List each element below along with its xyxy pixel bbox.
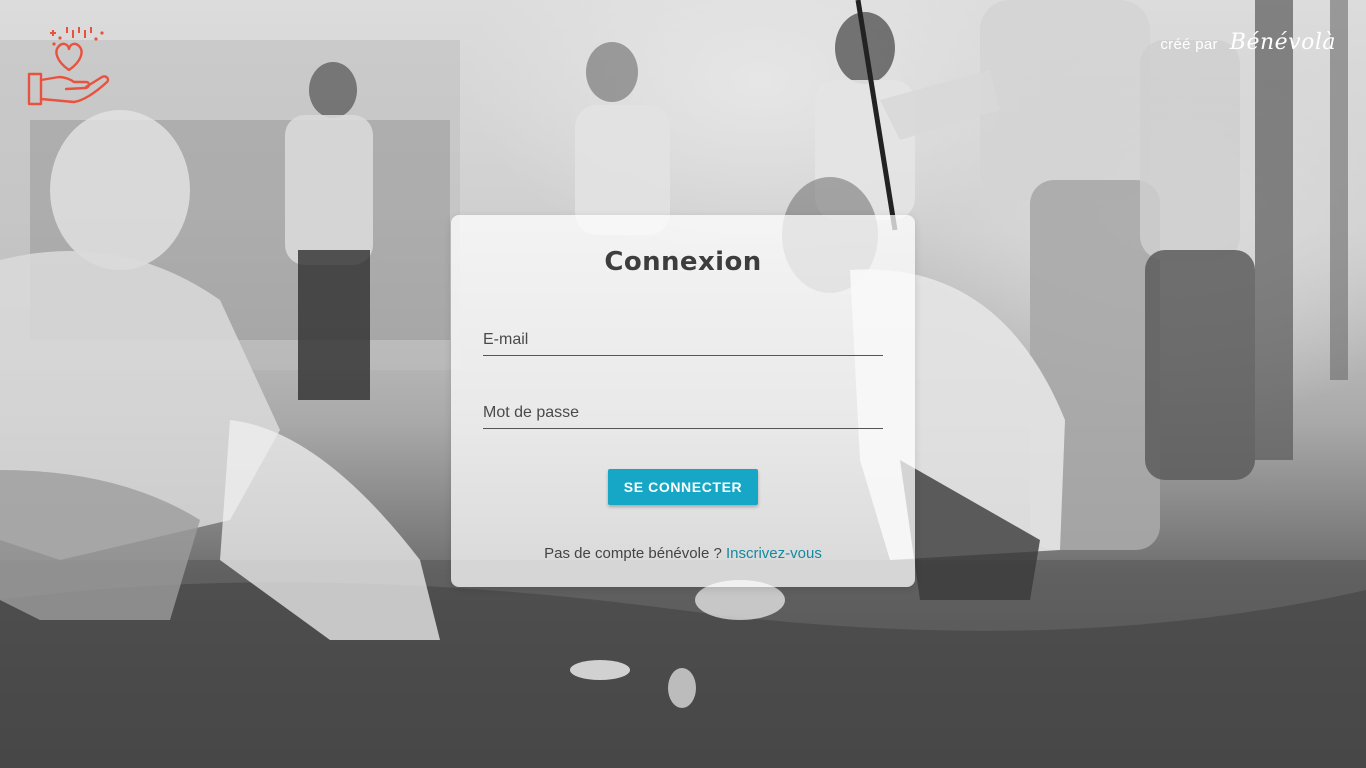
heart-hand-icon <box>27 27 110 106</box>
signup-prompt: Pas de compte bénévole ? Inscrivez-vous <box>483 545 883 562</box>
signup-prompt-text: Pas de compte bénévole ? <box>544 545 726 562</box>
signup-link[interactable]: Inscrivez-vous <box>726 545 822 562</box>
app-logo[interactable] <box>26 24 112 108</box>
credit-prefix: créé par <box>1160 36 1218 53</box>
password-input[interactable] <box>483 400 883 426</box>
email-field-wrapper <box>483 317 883 356</box>
login-page: créé par Bénévolà Connexion SE CONNECTER… <box>0 0 1366 768</box>
login-button[interactable]: SE CONNECTER <box>607 469 759 505</box>
submit-row: SE CONNECTER <box>483 469 883 505</box>
login-title: Connexion <box>604 247 762 277</box>
email-input[interactable] <box>483 327 883 353</box>
password-field-wrapper <box>483 390 883 429</box>
login-card: Connexion SE CONNECTER Pas de compte bén… <box>451 215 915 587</box>
credit-link[interactable]: créé par Bénévolà <box>1160 30 1336 55</box>
brand-name: Bénévolà <box>1229 30 1336 55</box>
